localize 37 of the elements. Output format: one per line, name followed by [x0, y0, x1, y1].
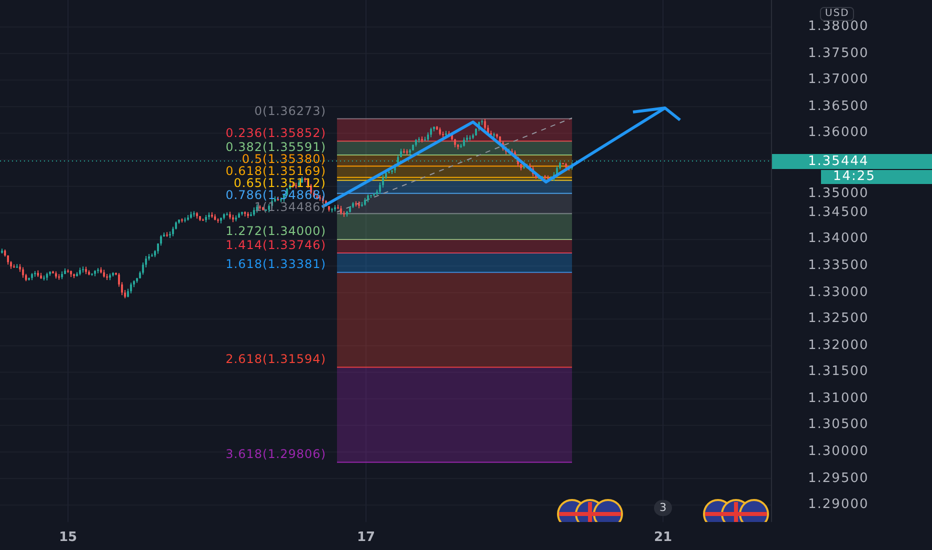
price-axis-label: 1.36000	[808, 125, 869, 142]
fib-level-label: 0(1.36273)	[254, 104, 326, 118]
fib-level-label: 1.272(1.34000)	[226, 225, 326, 238]
price-axis-label: 1.37500	[808, 46, 869, 62]
price-axis-label: 1.34000	[808, 231, 869, 248]
price-axis-label: 1.30000	[808, 444, 869, 460]
fib-level-label: 2.618(1.31594)	[226, 353, 326, 366]
price-axis-label: 1.31000	[808, 390, 869, 407]
price-axis-label: 1.30500	[808, 417, 869, 434]
time-axis-label: 15	[58, 530, 78, 546]
price-axis-label: 1.33500	[808, 258, 869, 274]
price-axis-label: 1.29500	[808, 470, 869, 487]
price-axis-label: 1.37000	[808, 72, 869, 88]
price-axis-label: 1.32500	[808, 311, 869, 328]
event-count-badge[interactable]: 3	[654, 500, 672, 516]
countdown-tag: 14:25	[821, 170, 932, 184]
flag-icon[interactable]	[557, 499, 623, 522]
current-price-tag: 1.35444	[772, 154, 932, 169]
fib-level-label: 0.618(1.35169)	[226, 164, 326, 178]
price-axis-label: 1.38000	[808, 19, 869, 35]
time-axis-label: 17	[356, 530, 376, 546]
flag-icon[interactable]	[703, 499, 769, 522]
price-axis-label: 1.31500	[808, 364, 869, 380]
price-axis-label: 1.33000	[808, 284, 869, 301]
fib-level-label: 1.414(1.33746)	[226, 238, 326, 252]
fib-level-label: 1.618(1.33381)	[226, 258, 326, 272]
time-axis-label: 21	[652, 530, 674, 546]
currency-badge[interactable]: USD	[820, 7, 854, 21]
price-axis-label: 1.35000	[808, 186, 869, 202]
fib-level-label: 0.382(1.35591)	[226, 140, 326, 154]
fib-level-label: 0.236(1.35852)	[226, 127, 326, 140]
fib-level-label: 3.618(1.29806)	[226, 448, 326, 462]
fib-level-label: 0.5(1.35380)	[242, 152, 326, 166]
price-axis-label: 1.32000	[808, 338, 869, 354]
price-axis-label: 1.36500	[808, 98, 869, 115]
price-axis-label: 1.34500	[808, 204, 869, 221]
price-axis-label: 1.29000	[808, 497, 869, 514]
